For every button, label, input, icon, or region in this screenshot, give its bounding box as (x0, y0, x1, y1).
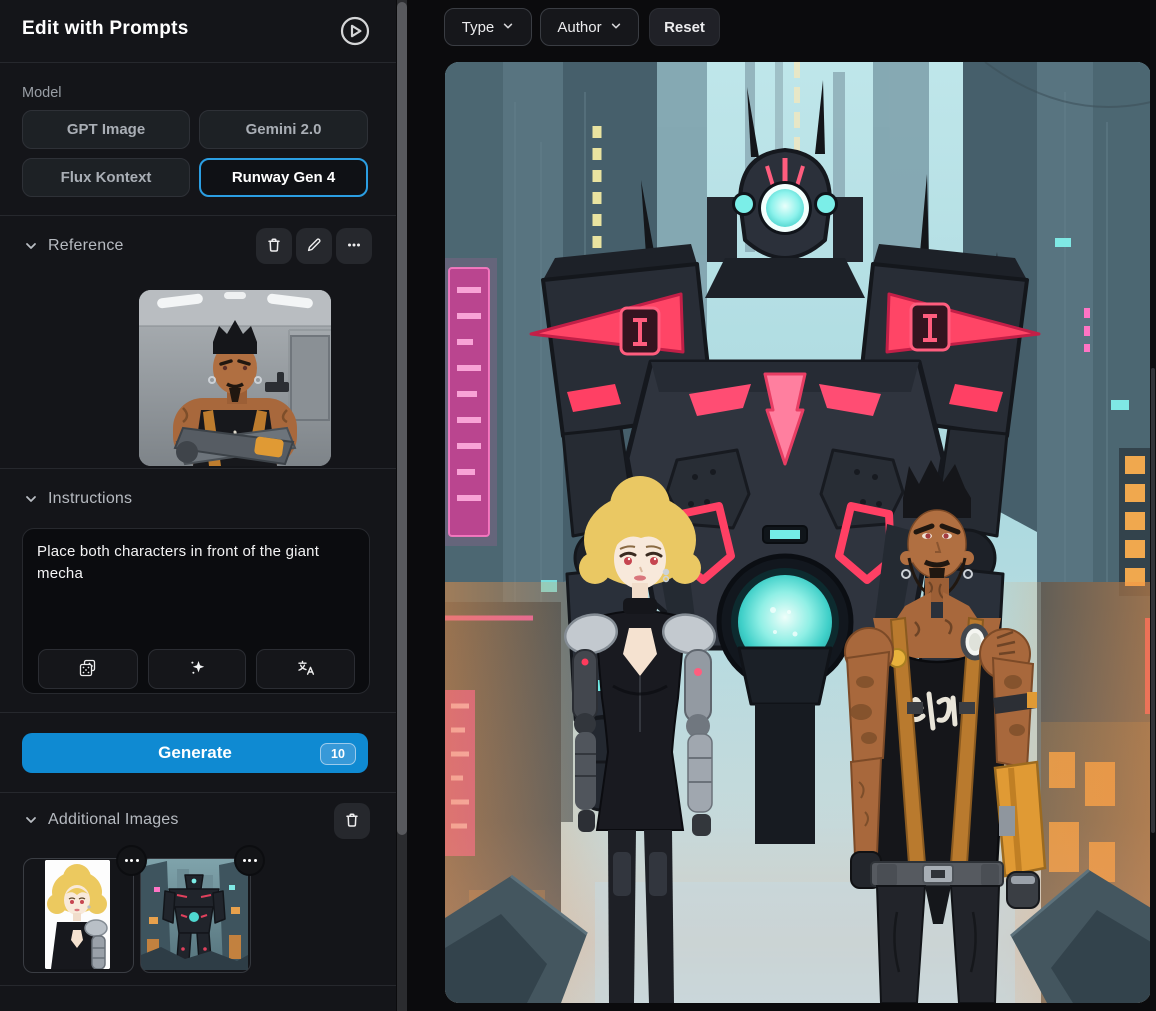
reference-more-button[interactable] (336, 228, 372, 264)
divider (0, 62, 396, 63)
additional-image-1-more-button[interactable] (118, 847, 145, 874)
sidebar-scrollbar-thumb[interactable] (397, 2, 407, 835)
edit-reference-button[interactable] (296, 228, 332, 264)
divider (0, 468, 396, 469)
model-label: Model (22, 85, 62, 101)
page-title: Edit with Prompts (22, 18, 189, 39)
translate-icon (296, 658, 316, 681)
play-circle-icon (339, 16, 371, 50)
chevron-down-icon[interactable] (24, 492, 38, 506)
divider (0, 792, 396, 793)
translate-button[interactable] (256, 649, 355, 689)
type-filter-dropdown[interactable]: Type (444, 8, 532, 46)
reference-section-label: Reference (48, 237, 124, 254)
chevron-down-icon[interactable] (24, 813, 38, 827)
trash-icon (343, 811, 361, 832)
model-option-runway-gen-4[interactable]: Runway Gen 4 (199, 158, 368, 197)
credits-badge: 10 (320, 743, 356, 765)
model-option-gemini-2-0[interactable]: Gemini 2.0 (199, 110, 368, 149)
type-filter-label: Type (461, 18, 495, 36)
chevron-down-icon[interactable] (24, 239, 38, 253)
randomize-prompt-button[interactable] (38, 649, 138, 689)
run-button[interactable] (339, 15, 371, 47)
additional-images-section-label: Additional Images (48, 811, 179, 828)
additional-image-2[interactable] (140, 858, 251, 973)
sidebar: Edit with Prompts Model GPT Image Gemini… (0, 0, 396, 1011)
divider (0, 985, 396, 986)
page-scrollbar[interactable] (1150, 0, 1156, 1011)
reset-filters-button[interactable]: Reset (649, 8, 720, 46)
instructions-text[interactable]: Place both characters in front of the gi… (37, 541, 337, 585)
generate-button-label: Generate (158, 743, 232, 762)
gallery-panel: Type Author Reset (407, 0, 1156, 1011)
instructions-section-label: Instructions (48, 490, 133, 507)
instructions-editor[interactable]: Place both characters in front of the gi… (22, 528, 370, 694)
model-option-gpt-image[interactable]: GPT Image (22, 110, 190, 149)
ellipsis-icon (345, 236, 363, 257)
additional-image-2-more-button[interactable] (236, 847, 263, 874)
reference-image[interactable] (139, 290, 331, 466)
sidebar-scrollbar[interactable] (397, 0, 407, 1011)
sparkles-icon (187, 658, 207, 681)
generated-image[interactable] (445, 62, 1151, 1003)
author-filter-label: Author (557, 18, 602, 36)
delete-additional-images-button[interactable] (334, 803, 370, 839)
divider (0, 215, 396, 216)
page-scrollbar-thumb[interactable] (1151, 368, 1155, 833)
author-filter-dropdown[interactable]: Author (540, 8, 639, 46)
additional-image-1-picture (45, 860, 110, 969)
dice-icon (78, 658, 98, 681)
generate-button[interactable]: Generate 10 (22, 733, 368, 773)
trash-icon (265, 236, 283, 257)
delete-reference-button[interactable] (256, 228, 292, 264)
additional-image-1[interactable] (23, 858, 134, 973)
divider (0, 712, 396, 713)
reset-filters-label: Reset (664, 18, 705, 36)
pencil-icon (305, 236, 323, 257)
enhance-prompt-button[interactable] (148, 649, 246, 689)
chevron-down-icon (610, 19, 622, 36)
chevron-down-icon (502, 19, 514, 36)
model-option-flux-kontext[interactable]: Flux Kontext (22, 158, 190, 197)
